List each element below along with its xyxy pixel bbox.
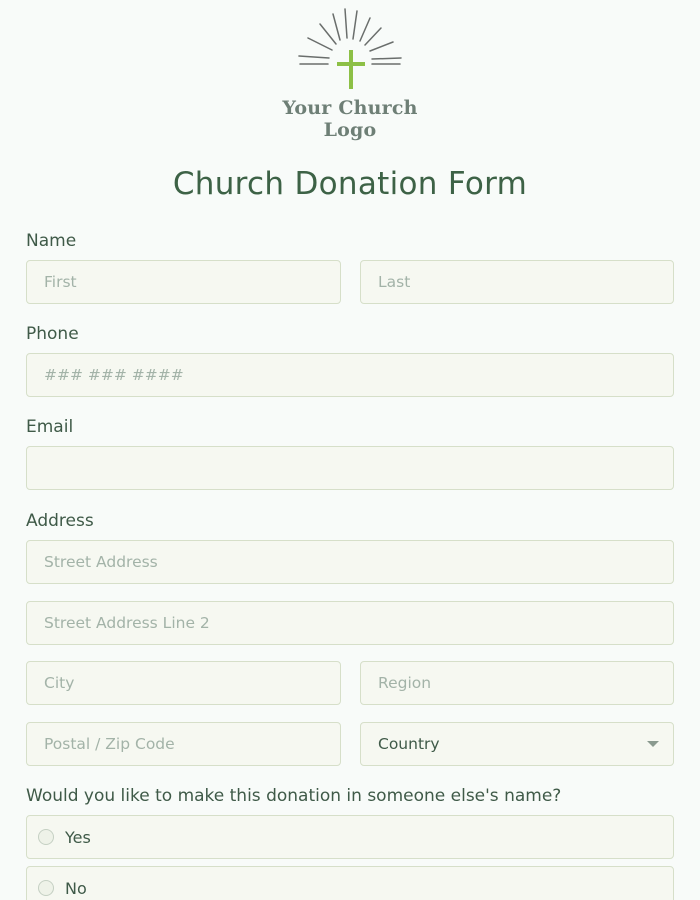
chevron-down-icon	[647, 741, 659, 747]
radio-button-icon[interactable]	[38, 880, 54, 896]
radio-option-yes-label: Yes	[65, 827, 91, 847]
church-logo: Your Church Logo	[0, 0, 700, 150]
donation-name-question-label: Would you like to make this donation in …	[26, 786, 562, 806]
postal-code-input[interactable]: Postal / Zip Code	[26, 722, 341, 766]
first-name-input[interactable]: First	[26, 260, 341, 304]
radio-option-no[interactable]: No	[26, 866, 674, 900]
region-placeholder: Region	[378, 674, 432, 692]
logo-text-line2: Logo	[323, 119, 377, 141]
region-input[interactable]: Region	[360, 661, 674, 705]
form-title: Church Donation Form	[172, 166, 528, 202]
cross-icon	[298, 8, 402, 89]
street-address-line2-input[interactable]: Street Address Line 2	[26, 601, 674, 645]
city-placeholder: City	[44, 674, 75, 692]
email-label: Email	[26, 417, 74, 437]
last-name-placeholder: Last	[378, 273, 411, 291]
country-select[interactable]: Country	[360, 722, 674, 766]
logo-text-line1: Your Church	[282, 97, 418, 119]
street-address-placeholder: Street Address	[44, 553, 158, 571]
radio-option-no-label: No	[65, 878, 87, 898]
email-input[interactable]	[26, 446, 674, 490]
phone-input[interactable]: ### ### ####	[26, 353, 674, 397]
country-select-value: Country	[378, 735, 440, 753]
street-address-input[interactable]: Street Address	[26, 540, 674, 584]
phone-label: Phone	[26, 324, 79, 344]
radio-option-yes[interactable]: Yes	[26, 815, 674, 859]
phone-placeholder: ### ### ####	[44, 366, 184, 384]
first-name-placeholder: First	[44, 273, 77, 291]
address-label: Address	[26, 511, 94, 531]
radio-button-icon[interactable]	[38, 829, 54, 845]
last-name-input[interactable]: Last	[360, 260, 674, 304]
postal-code-placeholder: Postal / Zip Code	[44, 735, 175, 753]
donation-form-page: Your Church Logo Church Donation Form Na…	[0, 0, 700, 900]
logo-text: Your Church Logo	[0, 97, 700, 141]
name-label: Name	[26, 231, 77, 251]
city-input[interactable]: City	[26, 661, 341, 705]
street-address-line2-placeholder: Street Address Line 2	[44, 614, 210, 632]
